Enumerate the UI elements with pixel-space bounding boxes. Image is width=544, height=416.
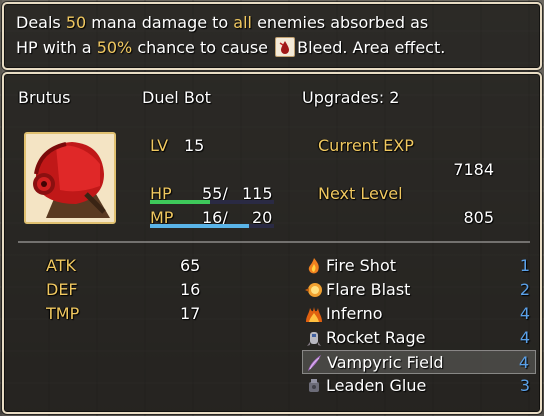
hp-gauge [150, 200, 274, 204]
help-window: Deals 50 mana damage to all enemies abso… [2, 2, 542, 70]
param-tmp-label: TMP [46, 304, 80, 323]
fire-icon [304, 256, 324, 276]
next-level-label: Next Level [318, 184, 403, 203]
param-atk-value: 65 [180, 256, 201, 275]
mp-gauge [150, 224, 274, 228]
skill-item-rocket-rage[interactable]: Rocket Rage 4 [302, 326, 536, 350]
lv-label: LV [150, 136, 169, 155]
hp-gauge-fill [150, 200, 210, 204]
duel-bot-icon [26, 134, 114, 222]
skill-item-flare-blast[interactable]: Flare Blast 2 [302, 278, 536, 302]
glue-icon [304, 376, 324, 396]
status-window: Brutus Duel Bot Upgrades: 2 LV 15 HP 55/… [2, 72, 542, 414]
fang-icon [305, 353, 325, 373]
param-tmp-value: 17 [180, 304, 201, 323]
skill-item-vampyric-field[interactable]: Vampyric Field 4 [302, 350, 536, 374]
current-exp-value: 7184 [453, 160, 494, 179]
bleed-icon [275, 37, 296, 57]
skill-item-inferno[interactable]: Inferno 4 [302, 302, 536, 326]
lv-value: 15 [184, 136, 205, 155]
mp-gauge-fill [150, 224, 250, 228]
actor-class: Duel Bot [142, 88, 211, 107]
rocket-icon [304, 328, 324, 348]
divider [18, 241, 530, 243]
flare-icon [304, 280, 324, 300]
actor-name: Brutus [18, 88, 71, 107]
skill-item-leaden-glue[interactable]: Leaden Glue 3 [302, 374, 536, 398]
skill-item-fire-shot[interactable]: Fire Shot 1 [302, 254, 536, 278]
current-exp-label: Current EXP [318, 136, 414, 155]
param-def-label: DEF [46, 280, 78, 299]
next-level-value: 805 [463, 208, 494, 227]
param-def-value: 16 [180, 280, 201, 299]
inferno-icon [304, 304, 324, 324]
help-line-2: HP with a 50% chance to cause Bleed. Are… [16, 37, 446, 57]
param-atk-label: ATK [46, 256, 76, 275]
upgrades-count: Upgrades: 2 [302, 88, 400, 107]
help-line-1: Deals 50 mana damage to all enemies abso… [16, 13, 429, 32]
actor-portrait [24, 132, 116, 224]
